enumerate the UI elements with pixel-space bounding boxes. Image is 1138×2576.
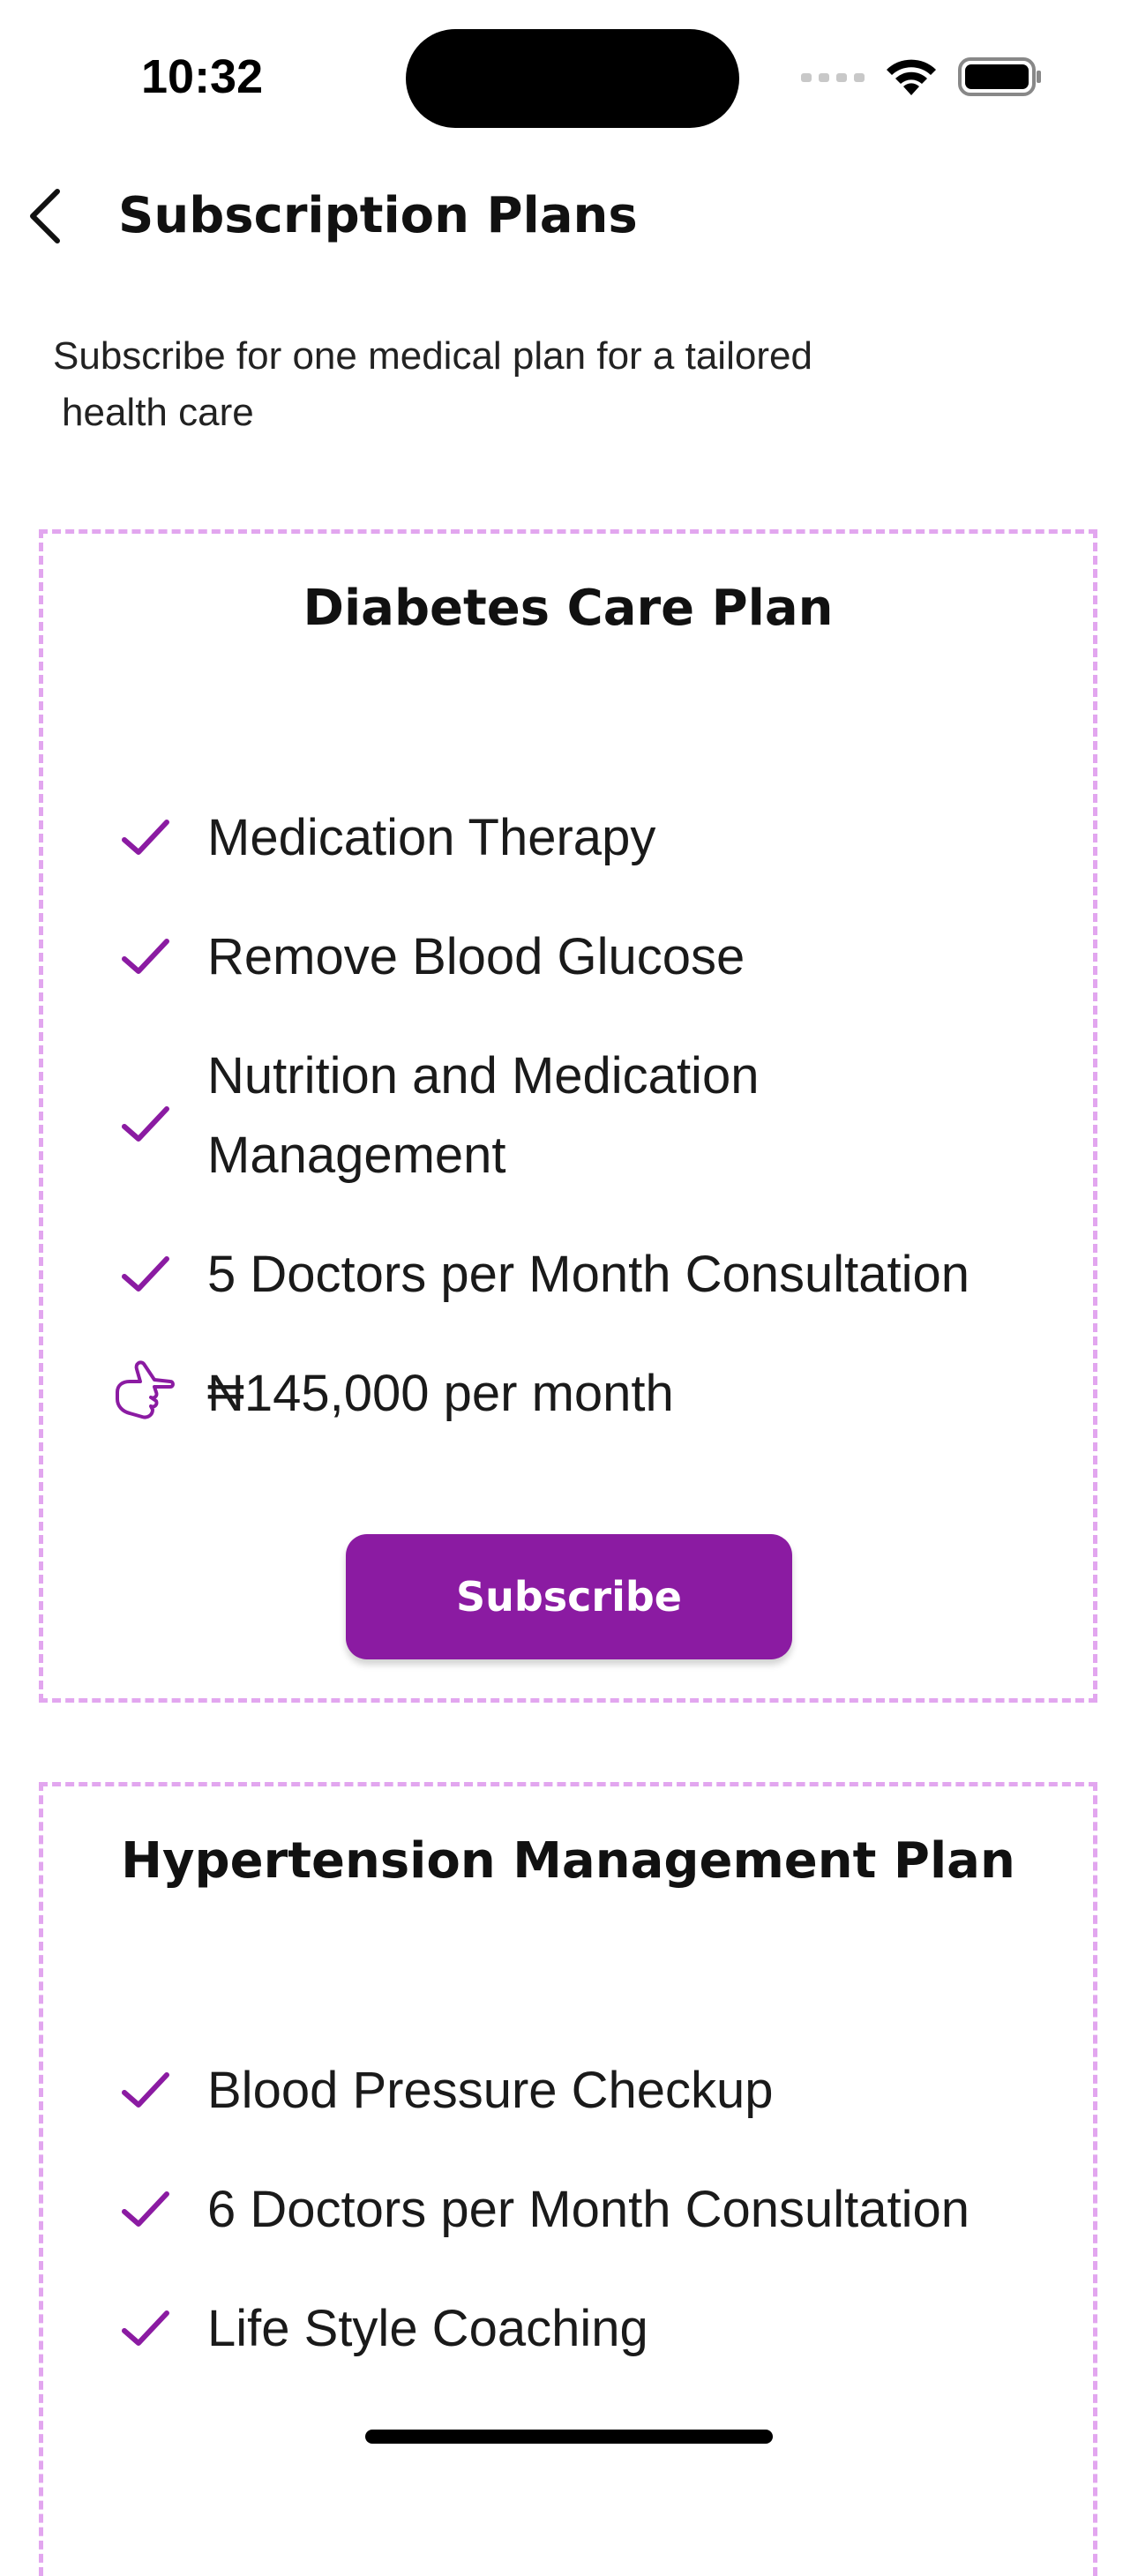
status-bar: 10:32 <box>0 0 1138 150</box>
price-text: ₦145,000 per month <box>207 1365 674 1422</box>
checkmark-icon <box>122 2072 169 2108</box>
plan-title: Hypertension Management Plan <box>121 1832 1015 1890</box>
wifi-icon <box>887 59 936 95</box>
intro-text: Subscribe for one medical plan for a tai… <box>53 328 935 441</box>
feature-text: Life Style Coaching <box>207 2300 648 2357</box>
back-button[interactable] <box>14 185 76 247</box>
checkmark-icon <box>122 2310 169 2346</box>
feature-text: 5 Doctors per Month Consultation <box>207 1246 970 1303</box>
checkmark-icon <box>122 2191 169 2227</box>
battery-icon <box>958 57 1041 96</box>
feature-text: Remove Blood Glucose <box>207 928 745 985</box>
cellular-signal-icon <box>801 73 865 82</box>
home-indicator[interactable] <box>365 2430 773 2444</box>
feature-text: 6 Doctors per Month Consultation <box>207 2181 970 2238</box>
plan-card-hypertension: Hypertension Management Plan Blood Press… <box>39 1782 1097 2576</box>
header: Subscription Plans <box>0 168 1138 265</box>
page-title: Subscription Plans <box>118 187 638 244</box>
checkmark-icon <box>122 820 169 855</box>
pointing-hand-icon <box>116 1360 175 1419</box>
feature-text: Nutrition and Medication <box>207 1047 760 1105</box>
subscribe-button[interactable]: Subscribe <box>346 1534 792 1659</box>
checkmark-icon <box>122 939 169 974</box>
feature-text: Blood Pressure Checkup <box>207 2062 774 2119</box>
plan-title: Diabetes Care Plan <box>303 580 834 637</box>
status-icons <box>801 55 1043 99</box>
feature-text-continued: Management <box>207 1127 506 1184</box>
intro-line-2: health care <box>62 391 254 434</box>
dynamic-island <box>406 29 739 128</box>
intro-line-1: Subscribe for one medical plan for a tai… <box>53 334 812 378</box>
status-time: 10:32 <box>141 50 264 103</box>
chevron-left-icon <box>30 189 60 243</box>
checkmark-icon <box>122 1256 169 1292</box>
feature-text: Medication Therapy <box>207 809 656 866</box>
checkmark-icon <box>122 1106 169 1142</box>
plan-card-diabetes: Diabetes Care Plan Medication Therapy Re… <box>39 529 1097 1703</box>
